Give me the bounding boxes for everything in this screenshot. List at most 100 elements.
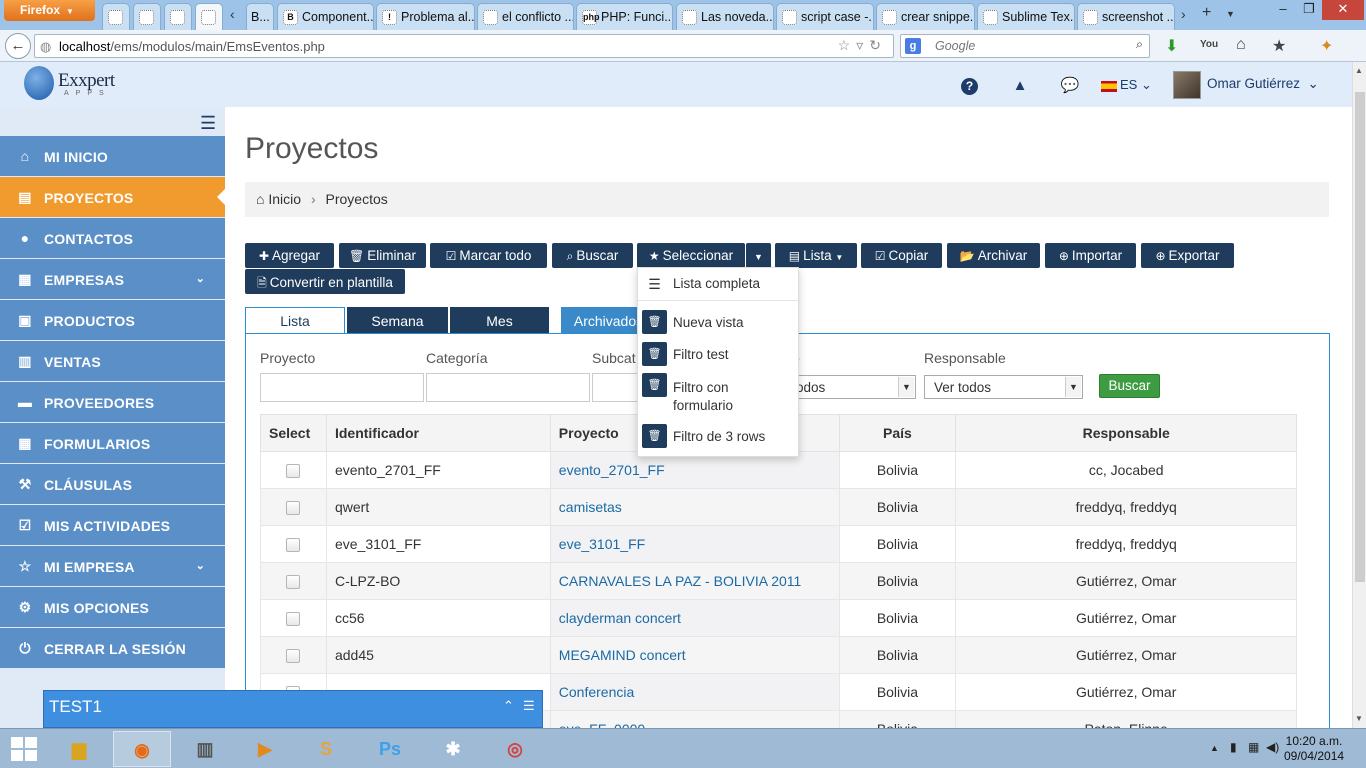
- proyecto-link[interactable]: camisetas: [549, 488, 840, 526]
- browser-tab[interactable]: script case -...: [776, 3, 874, 30]
- filter-search-button[interactable]: Buscar: [1099, 374, 1160, 398]
- sidebar-item-productos[interactable]: ▣ PRODUCTOS: [0, 300, 225, 340]
- browser-tab[interactable]: el conflicto ...: [477, 3, 574, 30]
- filter-categoria-input[interactable]: [426, 373, 590, 402]
- sidebar-item-contactos[interactable]: ● CONTACTOS: [0, 218, 225, 258]
- breadcrumb-home[interactable]: Inicio: [268, 191, 301, 207]
- chat-window[interactable]: TEST1 ⌃ ☰: [43, 690, 543, 728]
- table-row[interactable]: qwert camisetas Bolivia freddyq, freddyq: [260, 488, 1297, 526]
- bookmark-star-icon[interactable]: ☆: [838, 37, 857, 53]
- row-checkbox[interactable]: [286, 649, 301, 664]
- scroll-up-icon[interactable]: ▲: [1355, 66, 1363, 75]
- home-icon[interactable]: ⌂: [1236, 36, 1246, 54]
- archive-button[interactable]: 📂 Archivar: [947, 243, 1040, 268]
- browser-tab[interactable]: php PHP: Funci...: [576, 3, 673, 30]
- page-scrollbar[interactable]: ▲ ▼: [1352, 62, 1366, 728]
- row-checkbox[interactable]: [286, 538, 301, 553]
- download-icon[interactable]: ⬇: [1165, 36, 1178, 56]
- browser-tab-pinned-active[interactable]: [195, 3, 223, 30]
- list-icon[interactable]: ☰: [523, 698, 535, 714]
- proyecto-link[interactable]: CARNAVALES LA PAZ - BOLIVIA 2011: [549, 562, 840, 600]
- avatar[interactable]: [1173, 71, 1201, 99]
- firefox-menu-button[interactable]: Firefox ▼: [4, 0, 95, 21]
- search-icon[interactable]: ⌕: [1136, 37, 1143, 52]
- user-menu[interactable]: Omar Gutiérrez ⌄: [1207, 76, 1319, 92]
- chevron-up-icon[interactable]: ⌃: [503, 698, 514, 714]
- network-icon[interactable]: ▦: [1248, 740, 1259, 754]
- reload-icon[interactable]: ↻: [869, 37, 887, 53]
- browser-tab[interactable]: Las noveda...: [676, 3, 774, 30]
- tab-semana[interactable]: Semana: [347, 307, 448, 333]
- volume-icon[interactable]: ◀): [1266, 740, 1279, 754]
- row-checkbox[interactable]: [286, 501, 301, 516]
- youtube-icon[interactable]: You: [1200, 39, 1218, 50]
- url-bar[interactable]: ◍ localhost/ems/modulos/main/EmsEventos.…: [34, 34, 894, 58]
- proyecto-link[interactable]: Conferencia: [549, 673, 840, 711]
- close-icon[interactable]: ✕: [1322, 0, 1364, 20]
- row-checkbox[interactable]: [286, 612, 301, 627]
- menu-item-filtro-con-formulario[interactable]: 🗑 Filtro con formulario: [638, 373, 798, 417]
- sidebar-item-mi-inicio[interactable]: ⌂ MI INICIO: [0, 136, 225, 176]
- tray-expand-icon[interactable]: ▲: [1210, 743, 1219, 753]
- row-checkbox[interactable]: [286, 575, 301, 590]
- trash-icon[interactable]: 🗑: [642, 424, 667, 448]
- sidebar-item-proveedores[interactable]: ▬ PROVEEDORES: [0, 382, 225, 422]
- table-row[interactable]: cc56 clayderman concert Bolivia Gutiérrez, …: [260, 599, 1297, 637]
- menu-item-nueva-vista[interactable]: 🗑 Nueva vista: [638, 310, 798, 336]
- app-icon[interactable]: ✱: [424, 731, 482, 767]
- sidebar-item-empresas[interactable]: ▦ EMPRESAS ⌄: [0, 259, 225, 299]
- hamburger-menu-icon[interactable]: ☰: [200, 113, 216, 134]
- photoshop-icon[interactable]: Ps: [361, 731, 419, 767]
- firefox-icon[interactable]: ◉: [113, 731, 171, 767]
- search-bar[interactable]: g Google ⌕: [900, 34, 1150, 58]
- tab-scroll-right-icon[interactable]: ›: [1181, 6, 1186, 22]
- browser-tab[interactable]: B Component...: [277, 3, 374, 30]
- language-selector[interactable]: ES ⌄: [1120, 77, 1152, 93]
- table-row[interactable]: evento_2701_FF evento_2701_FF Bolivia cc, J…: [260, 451, 1297, 489]
- chat-icon[interactable]: 💬: [1060, 76, 1080, 96]
- convert-template-button[interactable]: 🗎 Convertir en plantilla: [245, 269, 405, 294]
- sidebar-item-proyectos[interactable]: ▤ PROYECTOS: [0, 177, 225, 217]
- export-button[interactable]: ⊕ Exportar: [1141, 243, 1234, 268]
- browser-tab[interactable]: Sublime Tex...: [977, 3, 1075, 30]
- import-button[interactable]: ⊕ Importar: [1045, 243, 1136, 268]
- column-header-identificador[interactable]: Identificador: [325, 414, 551, 452]
- table-row[interactable]: eve_3101_FF eve_3101_FF Bolivia freddyq, fr…: [260, 525, 1297, 563]
- proyecto-link[interactable]: MEGAMIND concert: [549, 636, 840, 674]
- minimize-icon[interactable]: –: [1271, 0, 1295, 20]
- chrome-icon[interactable]: ◎: [486, 731, 544, 767]
- sublime-text-icon[interactable]: S: [297, 731, 355, 767]
- browser-tab-pinned-2[interactable]: [133, 3, 161, 30]
- sidebar-item-ventas[interactable]: ▥ VENTAS: [0, 341, 225, 381]
- proyecto-link[interactable]: evento_2701_FF: [549, 451, 840, 489]
- table-row[interactable]: add45 MEGAMIND concert Bolivia Gutiérrez, O…: [260, 636, 1297, 674]
- sidebar-item-mis-actividades[interactable]: ☑ MIS ACTIVIDADES: [0, 505, 225, 545]
- row-checkbox[interactable]: [286, 464, 301, 479]
- help-icon[interactable]: ?: [961, 78, 978, 95]
- trash-icon[interactable]: 🗑: [642, 310, 667, 334]
- filter-proyecto-input[interactable]: [260, 373, 424, 402]
- addon-icon[interactable]: ✦: [1320, 36, 1333, 56]
- warning-icon[interactable]: ▲: [1010, 76, 1030, 96]
- delete-button[interactable]: 🗑 Eliminar: [339, 243, 426, 268]
- copy-button[interactable]: ☑ Copiar: [861, 243, 942, 268]
- column-header-pais[interactable]: País: [838, 414, 957, 452]
- column-header-responsable[interactable]: Responsable: [955, 414, 1297, 452]
- tab-lista[interactable]: Lista: [245, 307, 345, 334]
- scroll-down-icon[interactable]: ▼: [1355, 714, 1363, 723]
- bookmarks-icon[interactable]: ★: [1272, 36, 1286, 56]
- battery-icon[interactable]: ▮: [1230, 740, 1237, 754]
- system-tool-icon[interactable]: ▥: [176, 731, 234, 767]
- mark-all-button[interactable]: ☑ Marcar todo: [430, 243, 547, 268]
- search-button[interactable]: ⌕ Buscar: [552, 243, 633, 268]
- proyecto-link[interactable]: eve_3101_FF: [549, 525, 840, 563]
- column-header-select[interactable]: Select: [260, 414, 327, 452]
- filter-responsable-select[interactable]: Ver todos ▼: [924, 375, 1083, 399]
- sidebar-item-cláusulas[interactable]: ⚒ CLÁUSULAS: [0, 464, 225, 504]
- proyecto-link[interactable]: clayderman concert: [549, 599, 840, 637]
- tab-mes[interactable]: Mes: [450, 307, 549, 333]
- menu-item-filtro-test[interactable]: 🗑 Filtro test: [638, 342, 798, 368]
- back-arrow-icon[interactable]: ←: [5, 33, 31, 59]
- list-button[interactable]: ▤ Lista ▼: [775, 243, 857, 268]
- menu-item-filtro-3-rows[interactable]: 🗑 Filtro de 3 rows: [638, 424, 798, 450]
